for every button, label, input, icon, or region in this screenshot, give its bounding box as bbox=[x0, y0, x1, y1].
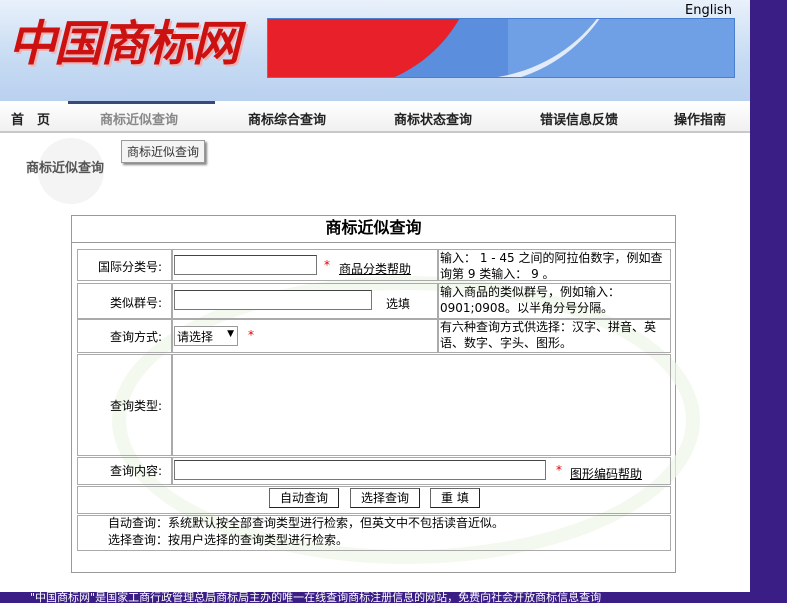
nav-item-comprehensive-search[interactable]: 商标综合查询 bbox=[248, 109, 326, 128]
form-title: 商标近似查询 bbox=[72, 216, 675, 243]
nav-item-similar-search[interactable]: 商标近似查询 bbox=[100, 109, 178, 128]
right-side-strip bbox=[750, 0, 787, 603]
footer-text: "中国商标网"是国家工商行政管理总局商标局主办的唯一在线查询商标注册信息的网站，… bbox=[30, 592, 602, 603]
nav-item-guide[interactable]: 操作指南 bbox=[674, 109, 726, 128]
nav-item-home[interactable]: 首 页 bbox=[11, 109, 50, 128]
class-label: 国际分类号: bbox=[97, 260, 162, 274]
nav-item-error-feedback[interactable]: 错误信息反馈 bbox=[540, 109, 618, 128]
reset-button[interactable]: 重 填 bbox=[430, 488, 480, 508]
site-header: 中国商标网 English bbox=[0, 0, 750, 101]
footer-bar: "中国商标网"是国家工商行政管理总局商标局主办的唯一在线查询商标注册信息的网站，… bbox=[0, 592, 787, 603]
method-label: 查询方式: bbox=[109, 330, 162, 344]
nav-item-status-search[interactable]: 商标状态查询 bbox=[394, 109, 472, 128]
note-auto-search: 自动查询：系统默认按全部查询类型进行检索，但英文中不包括读音近似。 bbox=[108, 516, 505, 530]
method-hint: 有六种查询方式供选择：汉字、拼音、英语、数字、字头、图形。 bbox=[440, 320, 657, 350]
class-number-input[interactable] bbox=[174, 255, 317, 275]
group-optional-label: 选填 bbox=[386, 297, 411, 311]
class-help-link[interactable]: 商品分类帮助 bbox=[339, 260, 411, 277]
select-search-button[interactable]: 选择查询 bbox=[350, 488, 421, 508]
header-banner bbox=[267, 18, 735, 78]
content-required-mark: * bbox=[556, 463, 562, 477]
class-required-mark: * bbox=[324, 258, 330, 272]
method-select-value: 请选择 bbox=[177, 330, 214, 344]
method-required-mark: * bbox=[248, 328, 254, 342]
method-select[interactable]: 请选择 ▼ bbox=[174, 326, 238, 346]
group-label: 类似群号: bbox=[109, 296, 162, 310]
search-form: 商标近似查询 国际分类号: * 商品分类帮助 输入： 1 - 45 之间的阿拉伯… bbox=[71, 215, 700, 573]
graphic-code-help-link[interactable]: 图形编码帮助 bbox=[570, 465, 642, 482]
note-select-search: 选择查询：按用户选择的查询类型进行检索。 bbox=[108, 533, 349, 547]
group-number-input[interactable] bbox=[174, 290, 372, 310]
tooltip: 商标近似查询 bbox=[121, 140, 206, 163]
type-options-area[interactable] bbox=[171, 354, 671, 456]
group-hint: 输入商品的类似群号，例如输入：0901;0908。以半角分号分隔。 bbox=[440, 285, 621, 315]
chevron-down-icon: ▼ bbox=[227, 329, 234, 339]
content-label: 查询内容: bbox=[109, 464, 162, 478]
site-logo[interactable]: 中国商标网 bbox=[8, 4, 240, 74]
english-link[interactable]: English bbox=[685, 3, 732, 18]
nav-active-indicator bbox=[68, 101, 215, 104]
class-hint: 输入： 1 - 45 之间的阿拉伯数字，例如查询第 9 类输入： 9 。 bbox=[440, 251, 663, 281]
auto-search-button[interactable]: 自动查询 bbox=[269, 488, 340, 508]
query-content-input[interactable] bbox=[174, 460, 546, 480]
type-label: 查询类型: bbox=[109, 399, 162, 413]
main-nav: 首 页 商标近似查询 商标综合查询 商标状态查询 错误信息反馈 操作指南 bbox=[0, 101, 750, 133]
sidebar-title[interactable]: 商标近似查询 bbox=[26, 157, 104, 176]
